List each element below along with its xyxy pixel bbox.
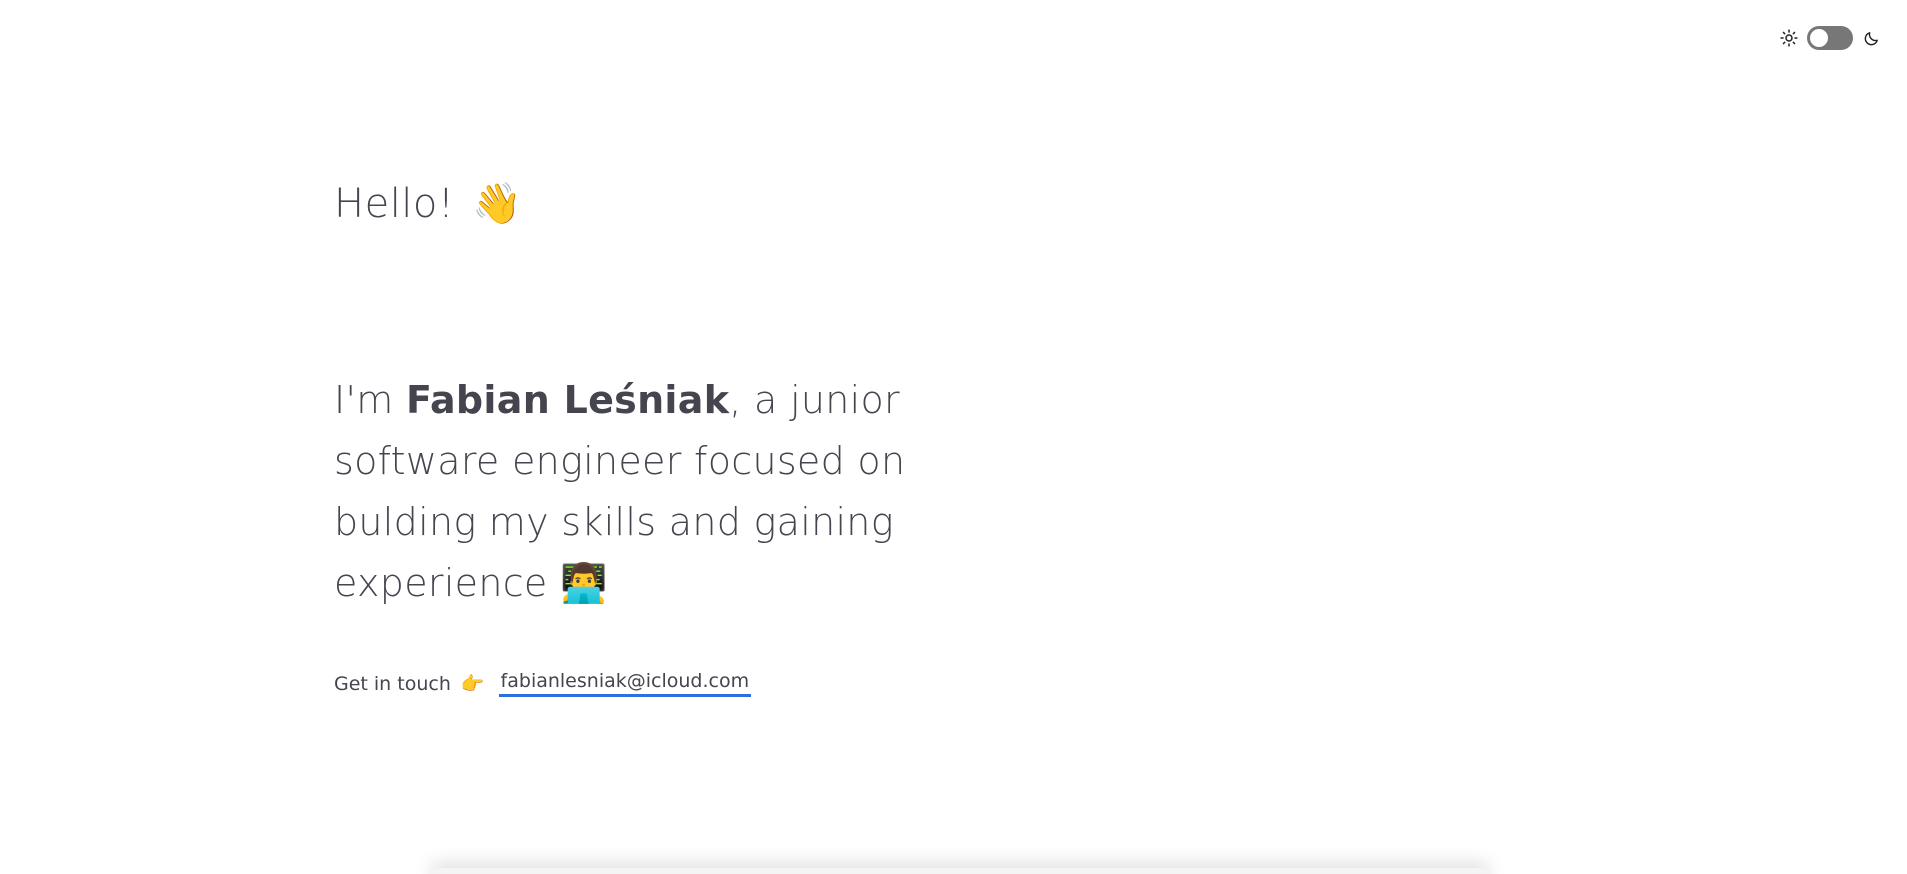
greeting: Hello! 👋: [334, 180, 523, 228]
pointing-hand-icon: 👉: [460, 673, 485, 695]
theme-switch[interactable]: [1807, 26, 1853, 50]
theme-toggle: [1779, 26, 1881, 50]
page: Hello! 👋 I'm Fabian Leśniak, a junior so…: [0, 0, 1907, 874]
bottom-panel-edge: [430, 868, 1490, 874]
intro-prefix: I'm: [334, 378, 406, 422]
waving-hand-icon: 👋: [472, 181, 523, 227]
contact-label: Get in touch: [334, 672, 451, 695]
email-link[interactable]: fabianlesniak@icloud.com: [498, 670, 752, 697]
contact-line: Get in touch 👉 fabianlesniak@icloud.com: [334, 670, 752, 697]
moon-icon: [1861, 28, 1881, 48]
theme-switch-knob: [1810, 29, 1828, 47]
sun-icon: [1779, 28, 1799, 48]
intro-name: Fabian Leśniak: [405, 378, 730, 422]
greeting-text: Hello!: [334, 180, 455, 227]
technologist-icon: 👨‍💻: [560, 561, 608, 605]
intro-paragraph: I'm Fabian Leśniak, a junior software en…: [334, 370, 1034, 614]
